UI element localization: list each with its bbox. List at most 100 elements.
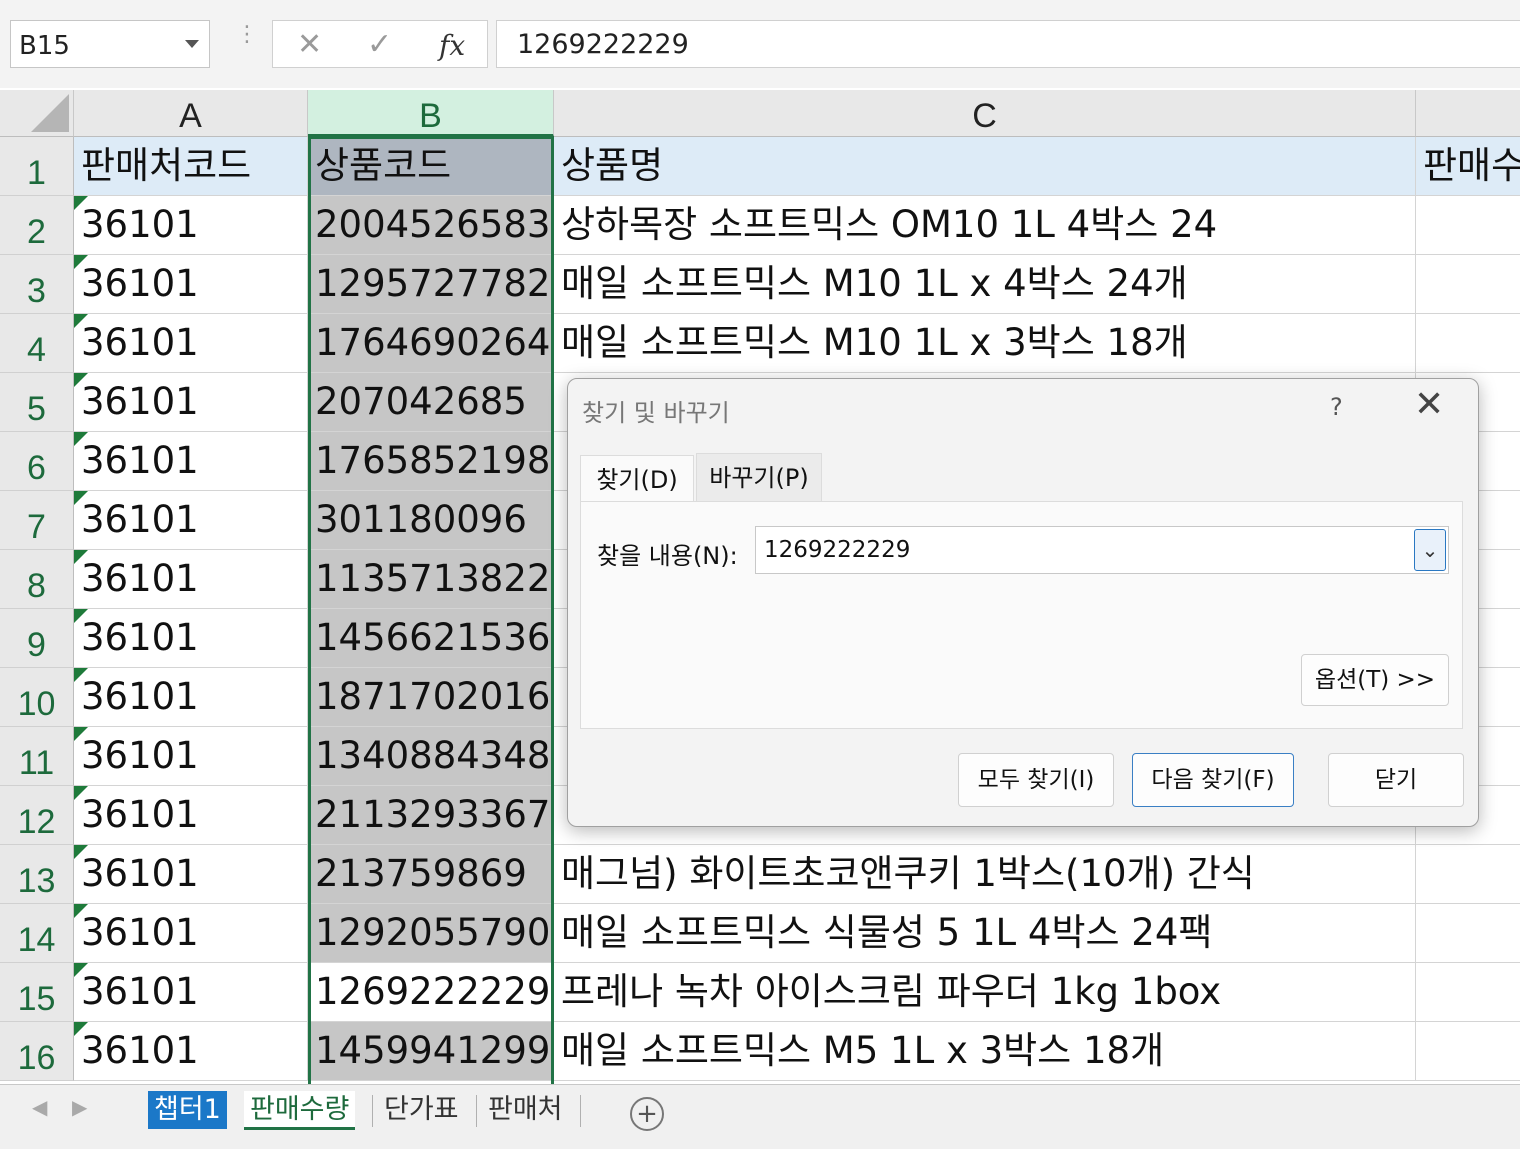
- row-header[interactable]: 3: [0, 255, 74, 314]
- select-all-corner[interactable]: [0, 90, 74, 137]
- cell-a[interactable]: 36101: [74, 727, 308, 786]
- sheet-tab-price-list[interactable]: 단가표: [378, 1091, 465, 1129]
- cancel-icon[interactable]: ✕: [297, 27, 322, 62]
- row-header[interactable]: 10: [0, 668, 74, 727]
- cell-d[interactable]: [1416, 963, 1520, 1022]
- chevron-down-icon[interactable]: ⌄: [1414, 529, 1446, 571]
- cell-a[interactable]: 36101: [74, 786, 308, 845]
- cell-b[interactable]: 213759869: [308, 845, 554, 904]
- tab-scroll-right-icon[interactable]: ▶: [72, 1095, 87, 1119]
- row-header[interactable]: 13: [0, 845, 74, 904]
- column-header-c[interactable]: C: [554, 90, 1416, 137]
- close-button[interactable]: 닫기: [1328, 753, 1464, 807]
- header-cell-c[interactable]: 상품명: [554, 137, 1416, 196]
- row-header[interactable]: 6: [0, 432, 74, 491]
- name-box[interactable]: B15: [10, 20, 210, 68]
- cell-b[interactable]: 1459941299: [308, 1022, 554, 1081]
- header-cell-a[interactable]: 판매처코드: [74, 137, 308, 196]
- tab-find[interactable]: 찾기(D): [580, 455, 694, 504]
- row-header[interactable]: 12: [0, 786, 74, 845]
- add-sheet-icon[interactable]: +: [630, 1097, 664, 1131]
- cell-b[interactable]: 1292055790: [308, 904, 554, 963]
- cell-b[interactable]: 2004526583: [308, 196, 554, 255]
- cell-a[interactable]: 36101: [74, 904, 308, 963]
- name-box-dropdown-icon[interactable]: [185, 40, 199, 48]
- cell-c[interactable]: 상하목장 소프트믹스 OM10 1L 4박스 24: [554, 196, 1416, 255]
- row-header[interactable]: 15: [0, 963, 74, 1022]
- cell-b[interactable]: 1765852198: [308, 432, 554, 491]
- row-header[interactable]: 2: [0, 196, 74, 255]
- sheet-tab-seller[interactable]: 판매처: [482, 1091, 569, 1129]
- cell-a[interactable]: 36101: [74, 845, 308, 904]
- row-header[interactable]: 9: [0, 609, 74, 668]
- cell-b[interactable]: 301180096: [308, 491, 554, 550]
- number-as-text-warning-icon: [74, 786, 88, 800]
- cell-a[interactable]: 36101: [74, 491, 308, 550]
- row-header[interactable]: 14: [0, 904, 74, 963]
- column-header-b[interactable]: B: [308, 90, 554, 137]
- sheet-tab-sales-qty[interactable]: 판매수량: [244, 1091, 356, 1130]
- options-button[interactable]: 옵션(T) >>: [1301, 654, 1449, 706]
- cell-text: 36101: [81, 439, 199, 482]
- cell-c[interactable]: 매일 소프트믹스 M5 1L x 3박스 18개: [554, 1022, 1416, 1081]
- cell-a[interactable]: 36101: [74, 373, 308, 432]
- cell-text: 1135713822: [315, 557, 551, 600]
- cell-d[interactable]: [1416, 904, 1520, 963]
- find-all-button[interactable]: 모두 찾기(I): [958, 753, 1114, 807]
- cell-c[interactable]: 매그넘) 화이트초코앤쿠키 1박스(10개) 간식: [554, 845, 1416, 904]
- close-icon[interactable]: ✕: [1414, 385, 1444, 425]
- cell-a[interactable]: 36101: [74, 609, 308, 668]
- cell-a[interactable]: 36101: [74, 255, 308, 314]
- cell-d[interactable]: [1416, 314, 1520, 373]
- find-what-input[interactable]: 1269222229 ⌄: [755, 526, 1449, 574]
- cell-text: 2004526583: [315, 203, 551, 246]
- cell-d[interactable]: [1416, 196, 1520, 255]
- number-as-text-warning-icon: [74, 432, 88, 446]
- cell-a[interactable]: 36101: [74, 1022, 308, 1081]
- cell-d[interactable]: [1416, 1022, 1520, 1081]
- cell-b[interactable]: 207042685: [308, 373, 554, 432]
- formula-bar-grip-icon[interactable]: ⋮: [236, 24, 258, 60]
- column-header-d[interactable]: D: [1416, 90, 1520, 137]
- cell-c[interactable]: 매일 소프트믹스 M10 1L x 4박스 24개: [554, 255, 1416, 314]
- find-next-button[interactable]: 다음 찾기(F): [1132, 753, 1294, 807]
- cell-c[interactable]: 매일 소프트믹스 식물성 5 1L 4박스 24팩: [554, 904, 1416, 963]
- cell-d[interactable]: [1416, 845, 1520, 904]
- tab-scroll-left-icon[interactable]: ◀: [32, 1095, 47, 1119]
- header-cell-b[interactable]: 상품코드: [308, 137, 554, 196]
- cell-b[interactable]: 1764690264: [308, 314, 554, 373]
- insert-function-icon[interactable]: fx: [439, 29, 465, 62]
- cell-b[interactable]: 1871702016: [308, 668, 554, 727]
- cell-d[interactable]: [1416, 255, 1520, 314]
- cell-a[interactable]: 36101: [74, 963, 308, 1022]
- cell-a[interactable]: 36101: [74, 668, 308, 727]
- help-icon[interactable]: ?: [1330, 393, 1343, 421]
- row-header[interactable]: 16: [0, 1022, 74, 1081]
- cell-a[interactable]: 36101: [74, 196, 308, 255]
- formula-value: 1269222229: [517, 29, 689, 60]
- row-header[interactable]: 1: [0, 137, 74, 196]
- row-header[interactable]: 7: [0, 491, 74, 550]
- cell-c[interactable]: 프레나 녹차 아이스크림 파우더 1kg 1box: [554, 963, 1416, 1022]
- cell-c[interactable]: 매일 소프트믹스 M10 1L x 3박스 18개: [554, 314, 1416, 373]
- row-header[interactable]: 4: [0, 314, 74, 373]
- row-header[interactable]: 11: [0, 727, 74, 786]
- tab-replace[interactable]: 바꾸기(P): [696, 453, 822, 502]
- number-as-text-warning-icon: [74, 904, 88, 918]
- cell-b[interactable]: 1340884348: [308, 727, 554, 786]
- enter-check-icon[interactable]: ✓: [367, 27, 392, 62]
- cell-b[interactable]: 1135713822: [308, 550, 554, 609]
- cell-b[interactable]: 1456621536: [308, 609, 554, 668]
- row-header[interactable]: 8: [0, 550, 74, 609]
- header-cell-d[interactable]: 판매수량: [1416, 137, 1520, 196]
- cell-b[interactable]: 1295727782: [308, 255, 554, 314]
- cell-a[interactable]: 36101: [74, 314, 308, 373]
- sheet-tab-chapter1[interactable]: 챕터1: [148, 1091, 227, 1129]
- row-header[interactable]: 5: [0, 373, 74, 432]
- cell-b[interactable]: 1269222229: [308, 963, 554, 1022]
- cell-a[interactable]: 36101: [74, 432, 308, 491]
- cell-a[interactable]: 36101: [74, 550, 308, 609]
- formula-input[interactable]: 1269222229: [496, 20, 1520, 68]
- cell-b[interactable]: 2113293367: [308, 786, 554, 845]
- column-header-a[interactable]: A: [74, 90, 308, 137]
